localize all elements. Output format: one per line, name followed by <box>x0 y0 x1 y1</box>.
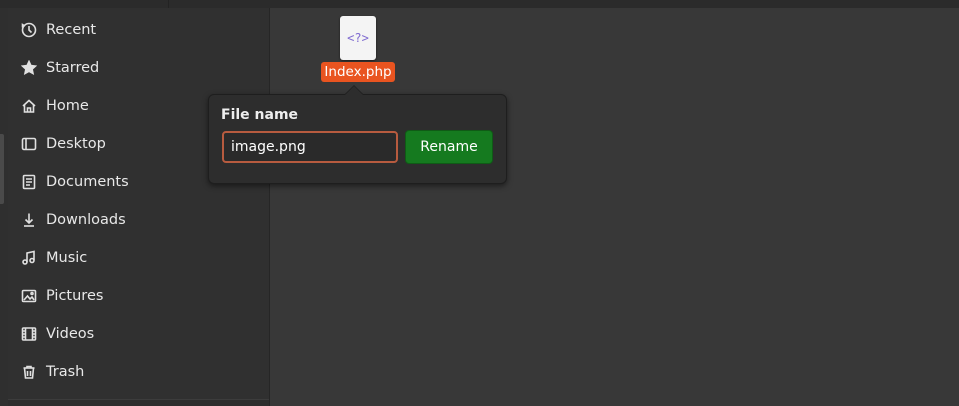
sidebar-item-label: Pictures <box>46 288 104 304</box>
sidebar-item-label: Home <box>46 98 89 114</box>
file-manager-window: Recent Starred Home Desktop Documents Do… <box>0 0 959 406</box>
resize-grip[interactable] <box>0 134 4 204</box>
file-name-label[interactable]: Index.php <box>321 62 395 82</box>
clock-icon <box>20 21 38 39</box>
file-icon-glyph: <?> <box>347 31 369 45</box>
star-icon <box>20 59 38 77</box>
php-file-icon: <?> <box>340 16 376 60</box>
sidebar: Recent Starred Home Desktop Documents Do… <box>8 8 270 406</box>
trash-icon <box>20 363 38 381</box>
sidebar-item-recent[interactable]: Recent <box>8 11 269 49</box>
sidebar-item-label: Recent <box>46 22 97 38</box>
desktop-icon <box>20 135 38 153</box>
music-icon <box>20 249 38 267</box>
file-item[interactable]: <?> Index.php <box>321 16 395 82</box>
sidebar-item-videos[interactable]: Videos <box>8 315 269 353</box>
sidebar-item-music[interactable]: Music <box>8 239 269 277</box>
sidebar-item-downloads[interactable]: Downloads <box>8 201 269 239</box>
sidebar-item-trash[interactable]: Trash <box>8 353 269 391</box>
documents-icon <box>20 173 38 191</box>
rename-popover: File name Rename <box>208 94 507 184</box>
sidebar-bottom-edge <box>8 399 269 406</box>
pictures-icon <box>20 287 38 305</box>
download-icon <box>20 211 38 229</box>
rename-button[interactable]: Rename <box>405 130 493 164</box>
home-icon <box>20 97 38 115</box>
sidebar-item-starred[interactable]: Starred <box>8 49 269 87</box>
videos-icon <box>20 325 38 343</box>
sidebar-item-label: Videos <box>46 326 95 342</box>
sidebar-item-label: Starred <box>46 60 100 76</box>
top-bar-segment <box>0 0 169 8</box>
popover-arrow-fill <box>345 86 363 95</box>
sidebar-item-label: Music <box>46 250 88 266</box>
sidebar-item-label: Documents <box>46 174 129 190</box>
sidebar-item-label: Downloads <box>46 212 126 228</box>
popover-title: File name <box>221 107 299 123</box>
file-name-input[interactable] <box>222 131 398 163</box>
sidebar-item-label: Desktop <box>46 136 106 152</box>
sidebar-item-pictures[interactable]: Pictures <box>8 277 269 315</box>
sidebar-item-label: Trash <box>46 364 85 380</box>
left-edge <box>0 8 8 406</box>
